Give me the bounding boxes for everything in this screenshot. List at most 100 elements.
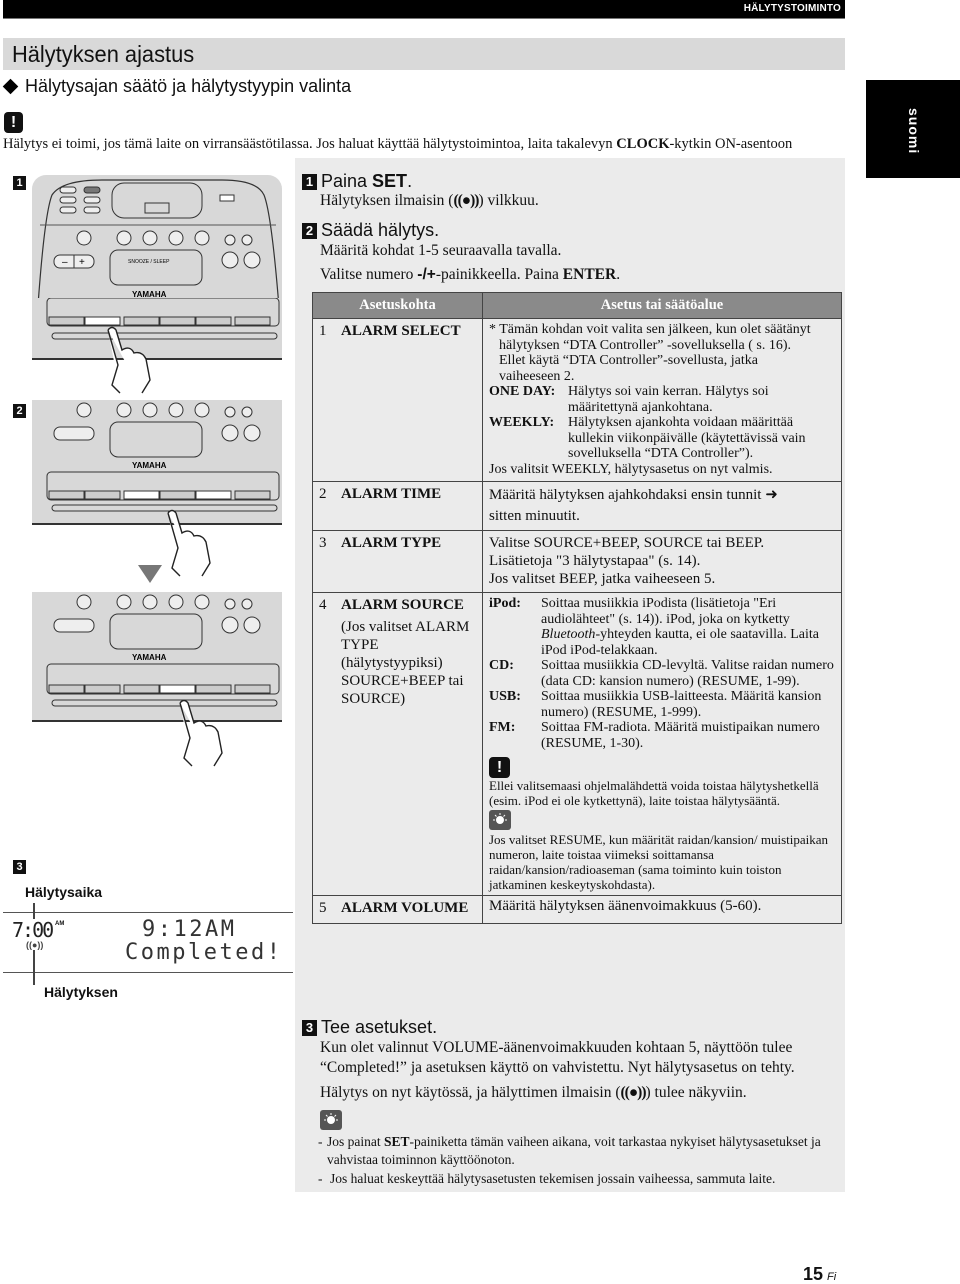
alarm-indicator-label: Hälytyksen <box>44 984 118 1000</box>
alarm-time-text: Määritä hälytyksen ajahkohdaksi ensin tu… <box>489 487 778 503</box>
figure-2-number: 2 <box>13 404 26 418</box>
eject-button <box>234 684 271 694</box>
resume-tip: Jos valitset RESUME, kun määrität raidan… <box>489 808 835 892</box>
stop-button <box>116 594 132 610</box>
alarm-button <box>48 316 85 326</box>
figure-3-number: 3 <box>13 860 26 874</box>
volume-buttons <box>53 426 95 441</box>
note-text-before: Hälytys ei toimi, jos tämä laite on virr… <box>3 136 617 152</box>
tuning-up-button <box>243 616 261 634</box>
definition-desc: Hälytyksen ajankohta voidaan määrittää k… <box>568 415 806 461</box>
alarm-volume-text: Määritä hälytyksen äänenvoimakkuus (5-60… <box>489 898 762 914</box>
play-pause-button <box>142 230 158 246</box>
table-header-row: Asetuskohta Asetus tai säätöalue <box>312 292 842 319</box>
row-number: 4 <box>319 597 327 613</box>
source-row: iPod: Soittaa musiikkia iPodista (lisätie… <box>489 596 835 658</box>
step-2-line2-mid: -painikkeella. Paina <box>435 266 563 283</box>
step-3-line-2: “Completed!” ja asetuksen käyttö on vahv… <box>320 1059 795 1076</box>
minus-button <box>123 490 160 500</box>
row-key-sub: (Jos valitset ALARM TYPE (hälytystyypiks… <box>341 618 470 707</box>
preset-down-button <box>224 406 236 418</box>
alarm-select-intro: vaiheeseen 2. <box>499 368 575 384</box>
page-language: Fi <box>827 1271 837 1283</box>
step-2-line-1: Määritä kohdat 1-5 seuraavalla tavalla. <box>320 242 562 259</box>
alarm-select-intro: * Tämän kohdan voit valita sen jälkeen, … <box>489 322 811 337</box>
power-button <box>76 594 92 610</box>
alarm-ampm: AM <box>55 921 65 927</box>
set-button <box>84 316 121 326</box>
definition-term: ONE DAY: <box>489 384 556 399</box>
step-2-line-2: Valitse numero -/+-painikkeella. Paina E… <box>320 266 620 284</box>
preset-up-button <box>241 598 253 610</box>
alarm-type-text: Jos valitset BEEP, jatka vaiheeseen 5. <box>489 571 716 587</box>
source-desc: Soittaa FM-radiota. Määritä muistipaikan… <box>541 720 820 751</box>
alarm-time-display: 7:00 <box>12 918 54 942</box>
alarm-select-outro: Jos valitsit WEEKLY, hälytysasetus on ny… <box>489 461 773 477</box>
resume-tip-text: Jos valitset RESUME, kun määrität raidan… <box>489 832 829 892</box>
plus-button <box>195 490 232 500</box>
setting-key-cell: 5 ALARM VOLUME <box>312 895 483 924</box>
cd-slot <box>51 699 278 707</box>
usb-port <box>219 194 235 202</box>
warning-icon: ! <box>4 112 23 133</box>
page-number: 15 Fi <box>803 1264 836 1284</box>
step-1-title-prefix: Paina <box>321 171 373 191</box>
table-row: 1 ALARM SELECT * Tämän kohdan voit valita… <box>312 318 842 482</box>
power-button <box>76 230 92 246</box>
setting-value-cell: iPod: Soittaa musiikkia iPodista (lisätie… <box>482 592 842 896</box>
next-button <box>194 230 210 246</box>
source-term: FM: <box>489 720 516 735</box>
table-row: 3 ALARM TYPE Valitse SOURCE+BEEP, SOURCE … <box>312 530 842 593</box>
alarm-button <box>48 684 85 694</box>
plus-button <box>195 684 232 694</box>
plus-button <box>195 316 232 326</box>
source-button <box>83 186 101 194</box>
tuning-down-button <box>221 424 239 442</box>
lightbulb-tip-icon <box>320 1110 342 1130</box>
power-button <box>76 402 92 418</box>
setting-key-cell: 3 ALARM TYPE <box>312 530 483 593</box>
setting-key-cell: 4 ALARM SOURCE (Jos valitset ALARM TYPE (… <box>312 592 483 896</box>
definition-row: ONE DAY: Hälytys soi vain kerran. Hälytys… <box>489 384 835 415</box>
step-3-line-1: Kun olet valinnut VOLUME-äänenvoimakkuud… <box>320 1039 793 1056</box>
pointing-hand-icon <box>107 326 151 394</box>
snooze-sleep-label: SNOOZE / SLEEP <box>128 259 170 265</box>
setting-value-cell: Määritä hälytyksen ajahkohdaksi ensin tu… <box>482 481 842 531</box>
row-key: ALARM TYPE <box>341 535 442 551</box>
source-button <box>59 186 77 194</box>
set-button <box>84 684 121 694</box>
source-button <box>59 206 77 214</box>
section-label: HÄLYTYSTOIMINTO <box>743 3 841 14</box>
callout-line-top <box>33 903 35 919</box>
set-button <box>84 490 121 500</box>
source-button <box>83 206 101 214</box>
source-term: CD: <box>489 658 514 673</box>
step-3-title-text: Tee asetukset. <box>321 1017 438 1037</box>
tip-item: - Jos painat SET-painiketta tämän vaiheen… <box>318 1134 821 1167</box>
note-text-after: -kytkin ON-asentoon <box>669 136 793 152</box>
definition-row: WEEKLY: Hälytyksen ajankohta voidaan määr… <box>489 415 835 462</box>
enter-button <box>159 490 196 500</box>
brand-logo: YAMAHA <box>132 461 167 470</box>
definition-desc: Hälytys soi vain kerran. Hälytys soi mää… <box>568 384 769 415</box>
preset-up-button <box>241 406 253 418</box>
cd-slot <box>51 332 278 340</box>
setting-key-cell: 1 ALARM SELECT <box>312 318 483 482</box>
minus-button <box>123 316 160 326</box>
step-2-line2-before: Valitse numero <box>320 266 418 283</box>
tip-text: Jos haluat keskeyttää hälytysasetusten t… <box>330 1171 776 1186</box>
step-2-title-text: Säädä hälytys. <box>321 220 440 240</box>
device-illustration-2: YAMAHA <box>32 400 282 525</box>
step-1-title: 1 Paina SET. <box>302 171 412 192</box>
page-title: Hälytyksen ajastus <box>12 41 195 67</box>
table-row: 2 ALARM TIME Määritä hälytyksen ajahkohda… <box>312 481 842 531</box>
warning-icon: ! <box>489 757 510 778</box>
preset-up-button <box>241 234 253 246</box>
pointing-hand-icon <box>167 509 211 577</box>
setting-value-cell: Valitse SOURCE+BEEP, SOURCE tai BEEP. Li… <box>482 530 842 593</box>
tip-text-bold: SET <box>383 1134 410 1149</box>
alarm-select-intro: Ellet käytä “DTA Controller”-sovellusta,… <box>499 353 758 368</box>
eject-button <box>234 490 271 500</box>
prev-button <box>168 230 184 246</box>
play-pause-button <box>142 594 158 610</box>
